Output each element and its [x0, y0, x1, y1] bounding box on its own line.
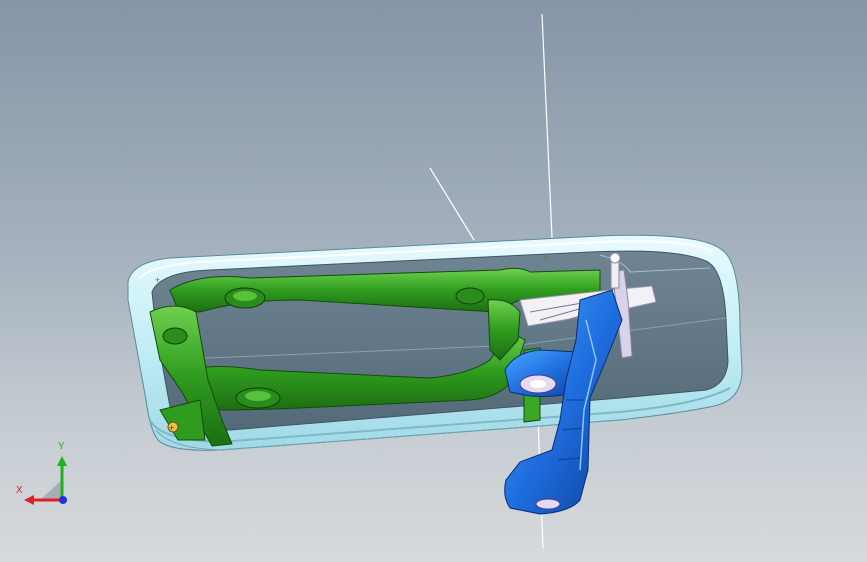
coordinate-triad: [24, 456, 67, 505]
bracket-lower-hole: [535, 498, 561, 510]
svg-text:+: +: [155, 275, 160, 285]
frame-boss-left: [162, 327, 188, 345]
triad-x-label: X: [16, 485, 23, 496]
axis-line-diagonal: [429, 167, 475, 241]
axis-line-vertical: [541, 13, 553, 239]
model-canvas[interactable]: + + +: [0, 0, 867, 562]
origin-marker-top: +: [542, 252, 548, 264]
3d-viewport[interactable]: + + + Y X: [0, 0, 867, 562]
svg-text:+: +: [169, 423, 174, 433]
triad-y-label: Y: [58, 441, 65, 452]
triad-z-axis: [59, 496, 67, 504]
